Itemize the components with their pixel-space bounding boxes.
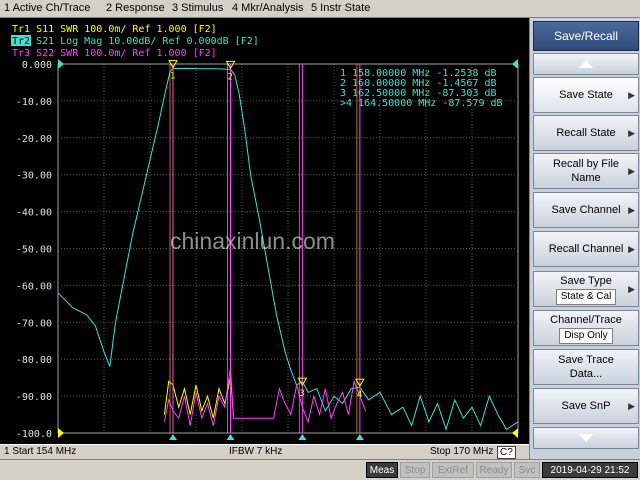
recall-channel-label: Recall Channel	[548, 243, 624, 255]
y-tick-label: -60.00	[16, 281, 52, 292]
save-snp-label: Save SnP	[561, 400, 611, 412]
recall-state-button[interactable]: Recall State ▶	[533, 115, 639, 151]
marker-number: 1	[170, 72, 175, 82]
y-tick-label: -20.00	[16, 134, 52, 145]
y-tick-label: -80.00	[16, 355, 52, 366]
y-tick-label: -10.00	[16, 97, 52, 108]
instrument-status-bar: Meas Stop ExtRef Ready Svc 2019-04-29 21…	[0, 459, 640, 480]
channel-trace-button[interactable]: Channel/Trace Disp Only	[533, 310, 639, 346]
measurement-screen[interactable]: 0.000 -10.00 -20.00 -30.00 -40.00 -50.00 -60.0…	[0, 18, 529, 444]
submenu-arrow-icon: ▶	[628, 244, 635, 254]
indicator-stop: Stop	[400, 462, 430, 478]
softkey-panel: Save/Recall Save State ▶ Recall State ▶ Re…	[529, 18, 640, 459]
trace-1-label[interactable]: Tr1 S11 SWR 100.0m/ Ref 1.000 [F2]	[12, 24, 217, 35]
menu-instr-state[interactable]: 5 Instr State	[311, 2, 370, 14]
recall-by-file-name-button[interactable]: Recall by File Name ▶	[533, 153, 639, 189]
menu-response[interactable]: 2 Response	[106, 2, 165, 14]
channel-trace-value: Disp Only	[559, 328, 613, 344]
submenu-arrow-icon: ▶	[628, 401, 635, 411]
submenu-arrow-icon: ▶	[628, 166, 635, 176]
recall-channel-button[interactable]: Recall Channel ▶	[533, 231, 639, 267]
y-tick-label: -40.00	[16, 208, 52, 219]
softkey-scroll-up-button[interactable]	[533, 53, 639, 75]
save-channel-label: Save Channel	[551, 204, 621, 216]
ifbw-readout[interactable]: IFBW 7 kHz	[229, 446, 282, 457]
down-arrow-icon	[579, 434, 593, 442]
indicator-svc: Svc	[514, 462, 540, 478]
y-tick-label: -90.00	[16, 392, 52, 403]
up-arrow-icon	[579, 60, 593, 68]
menu-bar: 1 Active Ch/Trace 2 Response 3 Stimulus …	[0, 0, 640, 18]
y-tick-label: -100.0	[16, 429, 52, 440]
marker-table-row: >4 164.50000 MHz -87.579 dB	[340, 98, 503, 109]
y-tick-label: -30.00	[16, 171, 52, 182]
save-state-label: Save State	[559, 89, 613, 101]
trace-2-label[interactable]: S21 Log Mag 10.00dB/ Ref 0.000dB [F2]	[36, 36, 259, 47]
submenu-arrow-icon: ▶	[628, 128, 635, 138]
menu-stimulus[interactable]: 3 Stimulus	[172, 2, 223, 14]
stop-frequency[interactable]: Stop 170 MHz	[430, 446, 493, 457]
save-type-value: State & Cal	[555, 289, 617, 305]
indicator-ready: Ready	[476, 462, 512, 478]
y-tick-label: -70.00	[16, 318, 52, 329]
softkey-menu-title[interactable]: Save/Recall	[533, 21, 639, 51]
calibration-status-badge: C?	[497, 446, 516, 459]
date-time: 2019-04-29 21:52	[542, 462, 638, 478]
trace-plot[interactable]: 0.000 -10.00 -20.00 -30.00 -40.00 -50.00 -60.0…	[0, 18, 529, 444]
marker-number: 3	[299, 389, 304, 399]
watermark: chinaxinlun.com	[170, 228, 335, 254]
submenu-arrow-icon: ▶	[628, 284, 635, 294]
submenu-arrow-icon: ▶	[628, 205, 635, 215]
trace-3-label[interactable]: Tr3 S22 SWR 100.0m/ Ref 1.000 [F2]	[12, 48, 217, 59]
start-frequency[interactable]: 1 Start 154 MHz	[4, 446, 76, 457]
save-state-button[interactable]: Save State ▶	[533, 77, 639, 113]
stimulus-status-line: 1 Start 154 MHz IFBW 7 kHz Stop 170 MHz …	[0, 444, 529, 459]
save-snp-button[interactable]: Save SnP ▶	[533, 388, 639, 424]
menu-mkr-analysis[interactable]: 4 Mkr/Analysis	[232, 2, 304, 14]
recall-by-file-name-label: Recall by File Name	[552, 158, 620, 184]
trace-2-tag[interactable]: Tr2	[12, 36, 30, 47]
recall-state-label: Recall State	[556, 127, 616, 139]
indicator-extref: ExtRef	[432, 462, 474, 478]
indicator-meas: Meas	[366, 462, 398, 478]
marker-table: 1 158.00000 MHz -1.2538 dB2 160.00000 MH…	[340, 68, 503, 109]
channel-trace-label: Channel/Trace	[550, 314, 622, 326]
save-trace-data-button[interactable]: Save Trace Data...	[533, 349, 639, 385]
menu-active-ch-trace[interactable]: 1 Active Ch/Trace	[4, 2, 90, 14]
save-channel-button[interactable]: Save Channel ▶	[533, 192, 639, 228]
y-tick-label: -50.00	[16, 245, 52, 256]
softkey-scroll-down-button[interactable]	[533, 427, 639, 449]
save-type-label: Save Type	[560, 275, 612, 287]
marker-number: 4	[357, 390, 362, 400]
y-tick-label: 0.000	[22, 60, 52, 71]
save-trace-data-label: Save Trace Data...	[558, 354, 614, 380]
save-type-button[interactable]: Save Type State & Cal ▶	[533, 271, 639, 307]
marker-number: 2	[228, 72, 233, 82]
submenu-arrow-icon: ▶	[628, 90, 635, 100]
